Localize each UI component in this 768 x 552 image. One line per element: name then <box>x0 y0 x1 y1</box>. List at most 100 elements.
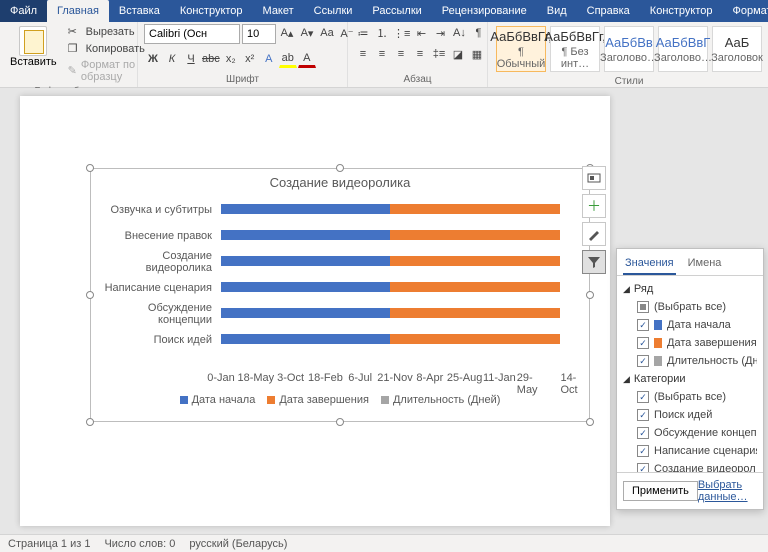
page-status[interactable]: Страница 1 из 1 <box>8 538 90 550</box>
multilevel-button[interactable]: ⋮≡ <box>392 24 411 42</box>
chart-object[interactable]: Создание видеоролика Озвучка и субтитрыВ… <box>90 168 590 422</box>
layout-icon <box>587 171 601 185</box>
filter-item[interactable]: ✓Длительность (Дн… <box>623 352 757 370</box>
filter-item[interactable]: (Выбрать все) <box>623 298 757 316</box>
font-color-button[interactable]: A <box>298 50 316 68</box>
underline-button[interactable]: Ч <box>182 50 200 68</box>
sort-button[interactable]: A↓ <box>450 24 468 42</box>
tab-вставка[interactable]: Вставка <box>109 0 170 22</box>
bar-segment[interactable] <box>390 334 559 344</box>
style-Заголово…[interactable]: АаБбВвЗаголово… <box>604 26 654 72</box>
chart-styles-button[interactable] <box>582 222 606 246</box>
legend-item[interactable]: Длительность (Дней) <box>381 394 500 406</box>
bold-button[interactable]: Ж <box>144 50 162 68</box>
change-case-button[interactable]: Aa <box>318 24 336 42</box>
select-data-link[interactable]: Выбрать данные… <box>698 479 757 503</box>
font-size-input[interactable] <box>242 24 276 44</box>
bar-row <box>221 222 569 248</box>
paste-button[interactable]: Вставить <box>6 24 61 70</box>
legend-item[interactable]: Дата начала <box>180 394 256 406</box>
show-marks-button[interactable]: ¶ <box>469 24 487 42</box>
subscript-button[interactable]: x₂ <box>222 50 240 68</box>
justify-button[interactable]: ≡ <box>411 45 429 63</box>
tab-формат[interactable]: Формат <box>723 0 768 22</box>
plot-area <box>221 196 569 372</box>
bar-segment[interactable] <box>221 334 390 344</box>
filter-item[interactable]: ✓Написание сценария <box>623 442 757 460</box>
bar-segment[interactable] <box>221 204 390 214</box>
styles-gallery[interactable]: АаБбВвГг,¶ ОбычныйАаБбВвГг,¶ Без инт…АаБ… <box>494 24 764 74</box>
title-tabs: ФайлГлавнаяВставкаКонструкторМакетСсылки… <box>0 0 768 22</box>
style-Заголово…[interactable]: АаБбВвГЗаголово… <box>658 26 708 72</box>
bar-segment[interactable] <box>221 282 390 292</box>
text-effect-button[interactable]: A <box>260 50 278 68</box>
cut-button[interactable]: ✂Вырезать <box>65 24 148 40</box>
filter-item[interactable]: ✓Дата завершения <box>623 334 757 352</box>
italic-button[interactable]: К <box>163 50 181 68</box>
align-center-button[interactable]: ≡ <box>373 45 391 63</box>
bar-segment[interactable] <box>221 230 390 240</box>
shading-button[interactable]: ◪ <box>449 45 467 63</box>
bar-segment[interactable] <box>390 230 559 240</box>
language-status[interactable]: русский (Беларусь) <box>189 538 287 550</box>
x-axis: 0-Jan18-May3-Oct18-Feb6-Jul21-Nov8-Apr25… <box>221 372 569 390</box>
indent-button[interactable]: ⇥ <box>431 24 449 42</box>
chart-title[interactable]: Создание видеоролика <box>91 169 589 196</box>
scissors-icon: ✂ <box>68 25 82 39</box>
style-¶ Без инт…[interactable]: АаБбВвГг,¶ Без инт… <box>550 26 600 72</box>
borders-button[interactable]: ▦ <box>468 45 486 63</box>
line-spacing-button[interactable]: ‡≡ <box>430 45 448 63</box>
bar-segment[interactable] <box>221 256 390 266</box>
layout-options-button[interactable] <box>582 166 606 190</box>
style-Заголовок[interactable]: АаБЗаголовок <box>712 26 762 72</box>
copy-icon: ❐ <box>68 42 82 56</box>
filter-group[interactable]: ◢Категории <box>623 370 757 388</box>
tab-файл[interactable]: Файл <box>0 0 47 22</box>
align-left-button[interactable]: ≡ <box>354 45 372 63</box>
pane-tab-values[interactable]: Значения <box>623 253 676 275</box>
superscript-button[interactable]: x² <box>241 50 259 68</box>
filter-item[interactable]: ✓Обсуждение концеп… <box>623 424 757 442</box>
chart-floating-buttons: ＋ <box>582 166 606 274</box>
tab-рецензирование[interactable]: Рецензирование <box>432 0 537 22</box>
bar-segment[interactable] <box>390 256 559 266</box>
tab-рассылки[interactable]: Рассылки <box>362 0 431 22</box>
grow-font-button[interactable]: A▴ <box>278 24 296 42</box>
chart-filter-button[interactable] <box>582 250 606 274</box>
chart-elements-button[interactable]: ＋ <box>582 194 606 218</box>
shrink-font-button[interactable]: A▾ <box>298 24 316 42</box>
numbering-button[interactable]: ⒈ <box>373 24 391 42</box>
tab-справка[interactable]: Справка <box>577 0 640 22</box>
bar-row <box>221 274 569 300</box>
tab-макет[interactable]: Макет <box>253 0 304 22</box>
style-¶ Обычный[interactable]: АаБбВвГг,¶ Обычный <box>496 26 546 72</box>
copy-button[interactable]: ❐Копировать <box>65 41 148 57</box>
legend-item[interactable]: Дата завершения <box>267 394 369 406</box>
bar-segment[interactable] <box>390 204 559 214</box>
tab-конструктор[interactable]: Конструктор <box>170 0 253 22</box>
bar-segment[interactable] <box>221 308 390 318</box>
font-name-input[interactable] <box>144 24 240 44</box>
bullets-button[interactable]: ≔ <box>354 24 372 42</box>
align-right-button[interactable]: ≡ <box>392 45 410 63</box>
tab-вид[interactable]: Вид <box>537 0 577 22</box>
paste-icon <box>19 26 47 56</box>
format-painter-button[interactable]: ✎Формат по образцу <box>65 58 148 84</box>
tab-ссылки[interactable]: Ссылки <box>304 0 363 22</box>
strike-button[interactable]: abc <box>201 50 221 68</box>
brush-icon: ✎ <box>68 64 77 78</box>
pane-tab-names[interactable]: Имена <box>686 253 724 275</box>
bar-segment[interactable] <box>390 308 559 318</box>
filter-item[interactable]: ✓Дата начала <box>623 316 757 334</box>
filter-item[interactable]: ✓Создание видеорол… <box>623 460 757 472</box>
tab-главная[interactable]: Главная <box>47 0 109 22</box>
tab-конструктор[interactable]: Конструктор <box>640 0 723 22</box>
bar-segment[interactable] <box>390 282 559 292</box>
highlight-button[interactable]: ab <box>279 50 297 68</box>
word-count[interactable]: Число слов: 0 <box>104 538 175 550</box>
filter-item[interactable]: ✓(Выбрать все) <box>623 388 757 406</box>
outdent-button[interactable]: ⇤ <box>412 24 430 42</box>
filter-group[interactable]: ◢Ряд <box>623 280 757 298</box>
filter-item[interactable]: ✓Поиск идей <box>623 406 757 424</box>
apply-button[interactable]: Применить <box>623 481 698 501</box>
